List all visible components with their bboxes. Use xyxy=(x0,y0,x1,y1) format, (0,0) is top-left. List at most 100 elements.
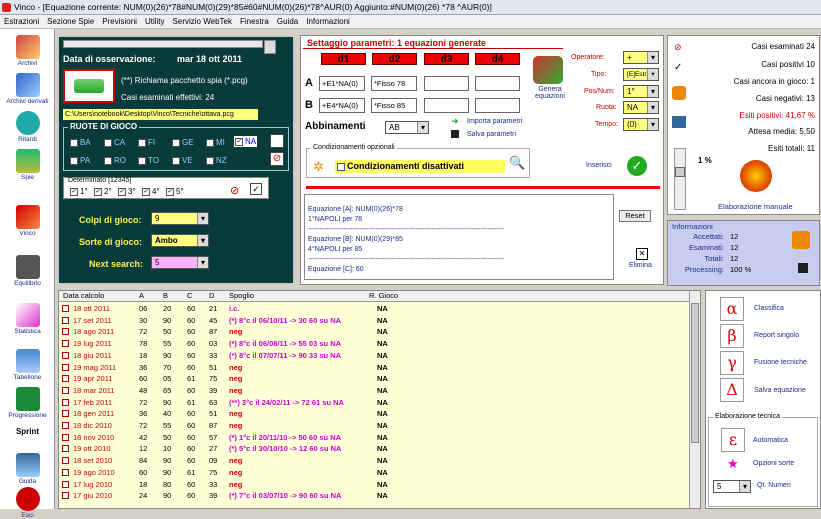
a-d1-field[interactable]: +E1*NA(0) xyxy=(319,76,365,91)
table-row[interactable]: 18 ott 2011 06 20 60 21 i.c. NA xyxy=(59,303,689,315)
menu-informazioni[interactable]: Informazioni xyxy=(302,15,354,29)
save-params-button[interactable]: Salva parametri xyxy=(467,131,516,138)
row-checkbox[interactable] xyxy=(62,328,69,336)
menu-estrazioni[interactable]: Estrazioni xyxy=(0,15,43,29)
elimina-icon[interactable]: ✕ xyxy=(636,248,648,260)
qt-select[interactable]: 5 xyxy=(713,480,751,493)
clear-det-icon[interactable]: ⊘ xyxy=(230,184,239,197)
sidebar-equilibrio[interactable]: Equilibrio xyxy=(2,255,53,287)
inserisci-label[interactable]: Inserisci xyxy=(586,162,612,169)
a-d2-field[interactable]: *Fisso 78 xyxy=(371,76,417,91)
menu-previsioni[interactable]: Previsioni xyxy=(98,15,141,29)
sidebar-sprint[interactable]: Sprint xyxy=(2,427,53,436)
row-checkbox[interactable] xyxy=(62,305,69,312)
menu-webtek[interactable]: Servizio WebTek xyxy=(169,15,236,29)
tipo-select[interactable]: [E]Estr. xyxy=(623,68,659,81)
row-checkbox[interactable] xyxy=(62,457,69,465)
col-d[interactable]: D xyxy=(209,291,214,300)
row-checkbox[interactable] xyxy=(62,445,69,453)
elab-manual-icon[interactable] xyxy=(740,160,772,192)
ruota-to[interactable]: TO xyxy=(138,156,159,165)
sidebar-esci[interactable]: Esci xyxy=(2,487,53,519)
col-b[interactable]: B xyxy=(163,291,168,300)
col-spoglio[interactable]: Spoglio xyxy=(229,291,254,300)
genera-label[interactable]: Genera equazioni xyxy=(529,86,571,100)
b-d3-field[interactable] xyxy=(424,98,469,113)
op-select[interactable]: + xyxy=(623,51,659,64)
gamma-button[interactable]: γ xyxy=(720,351,744,375)
table-row[interactable]: 19 lug 2011 78 55 60 03 (*) 8°c il 06/08/11 -… xyxy=(59,338,689,350)
import-button[interactable]: Importa parametri xyxy=(467,118,522,125)
col-a[interactable]: A xyxy=(139,291,144,300)
automatica-label[interactable]: Automatica xyxy=(753,437,788,444)
sidebar-ritardi[interactable]: Ritardi xyxy=(2,111,53,143)
row-checkbox[interactable] xyxy=(62,422,69,429)
next-select[interactable]: 5 xyxy=(151,256,209,269)
reset-button[interactable]: Reset xyxy=(619,210,651,222)
menu-guida[interactable]: Guida xyxy=(273,15,302,29)
table-row[interactable]: 18 mar 2011 48 65 60 39 neg NA xyxy=(59,385,689,397)
ruota-mi[interactable]: MI xyxy=(206,138,225,147)
delta-button[interactable]: Δ xyxy=(720,378,744,402)
det-1[interactable]: 1° xyxy=(70,187,88,196)
det-2[interactable]: 2° xyxy=(94,187,112,196)
a-d4-field[interactable] xyxy=(475,76,520,91)
table-row[interactable]: 19 ago 2010 60 90 61 75 neg NA xyxy=(59,467,689,479)
pos-select[interactable]: 1° xyxy=(623,85,659,98)
table-row[interactable]: 19 mag 2011 36 70 60 51 neg NA xyxy=(59,362,689,374)
col-c[interactable]: C xyxy=(187,291,192,300)
sidebar-archivi-derivati[interactable]: Archivi derivati xyxy=(2,73,53,105)
search-icon[interactable]: 🔍 xyxy=(509,155,525,171)
cond-toggle[interactable]: Condizionamenti disattivati xyxy=(335,160,505,173)
elimina-label[interactable]: Elimina xyxy=(629,262,652,269)
sidebar-statistica[interactable]: Statistica xyxy=(2,303,53,335)
row-checkbox[interactable] xyxy=(62,398,69,406)
sidebar-archivi[interactable]: Archivi xyxy=(2,35,53,67)
row-checkbox[interactable] xyxy=(62,492,69,500)
table-row[interactable]: 18 giu 2011 18 90 60 33 (*) 8°c il 07/07/11 -… xyxy=(59,350,689,362)
abbinamenti-select[interactable]: AB xyxy=(385,121,429,134)
calendar-icon[interactable] xyxy=(264,40,276,54)
row-checkbox[interactable] xyxy=(62,375,69,383)
det-confirm-check[interactable]: ✓ xyxy=(250,183,262,195)
report-label[interactable]: Report singolo xyxy=(754,332,799,339)
ruota-ro[interactable]: RO xyxy=(104,156,126,165)
det-3[interactable]: 3° xyxy=(118,187,136,196)
genera-icon[interactable] xyxy=(533,56,563,84)
menu-utility[interactable]: Utility xyxy=(141,15,169,29)
colpi-select[interactable]: 9 xyxy=(151,212,209,225)
date-scrollbar[interactable] xyxy=(63,40,263,48)
menu-sezione-spie[interactable]: Sezione Spie xyxy=(43,15,98,29)
equation-list[interactable]: Equazione [A]: NUM(0)(26)*78 1°NAPOLI pe… xyxy=(304,194,614,280)
ruota-select[interactable]: NA xyxy=(623,101,659,114)
inserisci-icon[interactable]: ✓ xyxy=(627,156,647,176)
ruota-fi[interactable]: FI xyxy=(138,138,155,147)
col-data[interactable]: Data calcolo xyxy=(63,291,104,300)
table-row[interactable]: 18 nov 2010 42 50 60 57 (*) 1°c il 20/11/10 -… xyxy=(59,432,689,444)
table-row[interactable]: 19 apr 2011 60 05 61 75 neg NA xyxy=(59,373,689,385)
row-checkbox[interactable] xyxy=(62,410,69,418)
table-row[interactable]: 17 lug 2010 18 80 60 33 neg NA xyxy=(59,479,689,491)
floppy-icon[interactable] xyxy=(798,263,808,273)
row-checkbox[interactable] xyxy=(62,340,69,348)
progress-thumb[interactable] xyxy=(675,167,685,177)
table-row[interactable]: 19 ott 2010 12 10 60 27 (*) 5°c il 30/10/10 -… xyxy=(59,443,689,455)
opzioni-label[interactable]: Opzioni sorte xyxy=(753,460,794,467)
spy-package-button[interactable] xyxy=(63,69,115,103)
alpha-button[interactable]: α xyxy=(720,297,744,321)
row-checkbox[interactable] xyxy=(62,468,69,476)
elab-manual-label[interactable]: Elaborazione manuale xyxy=(718,202,793,211)
table-row[interactable]: 18 set 2010 84 90 60 09 neg NA xyxy=(59,455,689,467)
table-row[interactable]: 17 set 2011 30 90 60 45 (*) 8°c il 06/10/11 -… xyxy=(59,315,689,327)
row-checkbox[interactable] xyxy=(62,351,69,359)
epsilon-button[interactable]: ε xyxy=(721,428,745,452)
menu-finestra[interactable]: Finestra xyxy=(236,15,273,29)
ruota-ca[interactable]: CA xyxy=(104,138,125,147)
ruota-ge[interactable]: GE xyxy=(172,138,194,147)
salva-label[interactable]: Salva equazione xyxy=(754,387,806,394)
sorte-select[interactable]: Ambo xyxy=(151,234,209,247)
sidebar-tabellone[interactable]: Tabellone xyxy=(2,349,53,381)
sidebar-spie[interactable]: Spie xyxy=(2,149,53,181)
row-checkbox[interactable] xyxy=(62,433,69,441)
tempo-select[interactable]: (0) xyxy=(623,118,659,131)
